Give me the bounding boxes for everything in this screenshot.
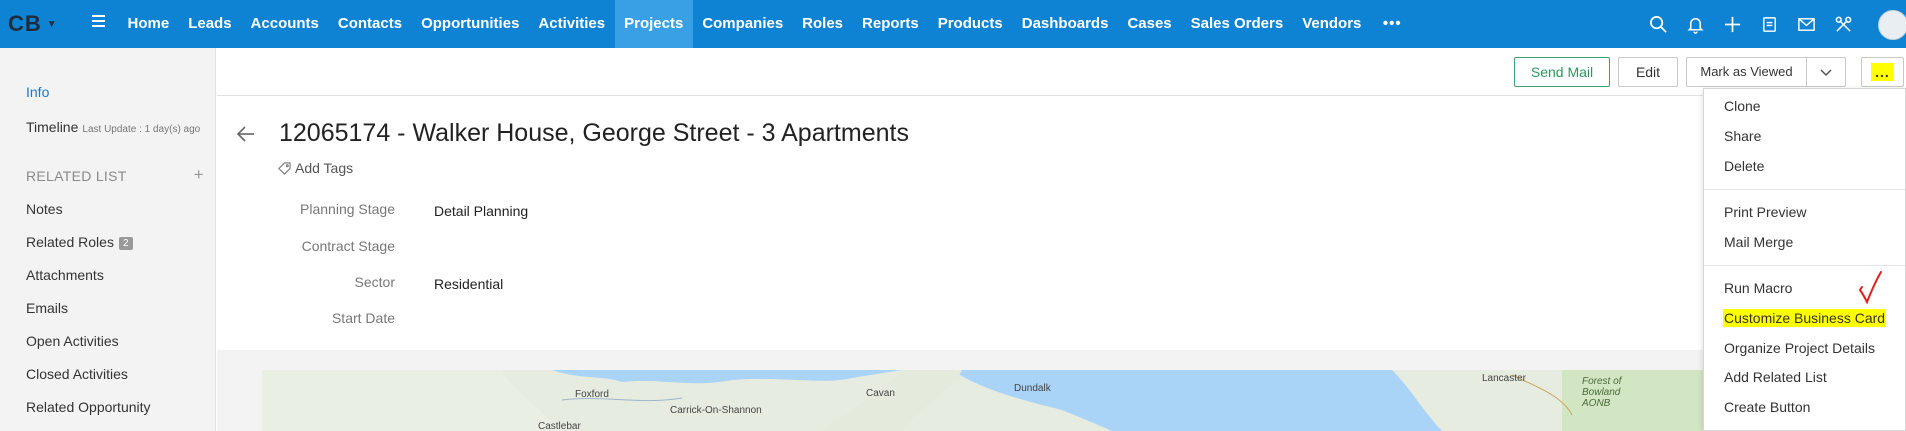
search-icon[interactable] [1640,0,1677,48]
nav-tab-companies[interactable]: Companies [693,0,793,48]
tag-icon [278,161,291,175]
mark-as-viewed-dropdown-button[interactable] [1806,57,1846,87]
sidebar-item-attachments[interactable]: Attachments [26,267,104,283]
send-mail-button[interactable]: Send Mail [1514,57,1610,87]
sidebar-item-closed-activities[interactable]: Closed Activities [26,366,128,382]
field-value-sector[interactable]: Residential [434,276,503,292]
add-related-list-icon[interactable]: + [194,165,204,185]
plus-icon[interactable] [1714,0,1751,48]
nav-tab-sales-orders[interactable]: Sales Orders [1181,0,1293,48]
nav-tab-vendors[interactable]: Vendors [1293,0,1371,48]
sidebar-item-notes[interactable]: Notes [26,201,63,217]
map-label-dundalk: Dundalk [1014,383,1051,394]
nav-tab-accounts[interactable]: Accounts [241,0,328,48]
nav-tab-opportunities[interactable]: Opportunities [412,0,529,48]
nav-tab-dashboards[interactable]: Dashboards [1012,0,1118,48]
nav-tab-home[interactable]: Home [118,0,179,48]
field-label-contract-stage: Contract Stage [301,238,395,254]
record-title: 12065174 - Walker House, George Street -… [279,119,909,147]
nav-tab-products[interactable]: Products [928,0,1012,48]
record-action-bar: Send Mail Edit Mark as Viewed ... [217,48,1906,96]
caret-down-icon: ▼ [46,18,58,30]
related-list-heading-label: RELATED LIST [26,168,127,184]
menu-item-print-preview[interactable]: Print Preview [1724,204,1806,220]
related-list-heading: RELATED LIST + [26,165,204,185]
top-navigation-bar: CB ▼ Home Leads Accounts Contacts Opport… [0,0,1906,48]
chevron-down-icon [1820,69,1832,77]
map-label-castlebar: Castlebar [538,421,581,431]
timeline-last-update: Last Update : 1 day(s) ago [82,124,201,135]
menu-item-customize-business-card[interactable]: Customize Business Card [1723,309,1887,327]
sidebar-item-timeline-label: Timeline [26,119,79,135]
back-arrow-icon[interactable] [236,124,256,144]
menu-item-add-related-list[interactable]: Add Related List [1724,369,1827,385]
menu-item-create-button[interactable]: Create Button [1724,399,1810,415]
brand-logo-text: CB [8,11,42,36]
menu-item-run-macro[interactable]: Run Macro [1724,280,1792,296]
nav-tab-leads[interactable]: Leads [179,0,241,48]
menu-item-clone[interactable]: Clone [1724,98,1761,114]
count-badge: 2 [118,237,133,250]
sidebar-item-info[interactable]: Info [26,84,49,100]
menu-item-mail-merge[interactable]: Mail Merge [1724,234,1793,250]
location-map[interactable]: Foxford Carrick-On-Shannon Cavan Dundalk… [262,370,1718,431]
map-label-foxford: Foxford [575,389,609,400]
top-toolbar-icons [1640,0,1862,48]
mark-as-viewed-button[interactable]: Mark as Viewed [1686,57,1807,87]
map-label-carrick-on-shannon: Carrick-On-Shannon [670,405,762,416]
map-label-cavan: Cavan [866,388,895,399]
menu-divider [1704,265,1905,266]
field-label-planning-stage: Planning Stage [300,201,395,217]
mail-icon[interactable] [1788,0,1825,48]
sidebar-item-related-roles[interactable]: Related Roles 2 [26,234,133,250]
sidebar-item-emails[interactable]: Emails [26,300,68,316]
user-avatar[interactable] [1878,10,1906,40]
sidebar-item-related-opportunity[interactable]: Related Opportunity [26,399,151,415]
add-tags-label: Add Tags [295,160,354,176]
sidebar-item-open-activities[interactable]: Open Activities [26,333,119,349]
menu-item-organize-project-details[interactable]: Organize Project Details [1724,340,1875,356]
field-label-start-date: Start Date [331,310,395,326]
nav-tab-activities[interactable]: Activities [529,0,615,48]
left-sidebar: Info Timeline Last Update : 1 day(s) ago … [0,48,216,431]
menu-item-share[interactable]: Share [1724,128,1761,144]
sidebar-item-related-roles-label: Related Roles [26,234,114,250]
brand-logo[interactable]: CB ▼ [8,0,58,48]
field-label-sector: Sector [354,274,395,290]
add-tags-link[interactable]: Add Tags [278,160,353,176]
map-label-forest-of-bowland: Forest of Bowland AONB [1582,376,1622,409]
calendar-icon[interactable] [1751,0,1788,48]
sidebar-item-timeline[interactable]: Timeline Last Update : 1 day(s) ago [26,119,200,135]
module-tabs: Home Leads Accounts Contacts Opportuniti… [118,0,1414,48]
more-actions-label: ... [1871,63,1894,81]
menu-item-delete[interactable]: Delete [1724,158,1764,174]
hamburger-menu-icon[interactable] [92,15,105,29]
nav-tab-cases[interactable]: Cases [1118,0,1181,48]
menu-divider [1704,189,1905,190]
edit-button[interactable]: Edit [1618,57,1678,87]
settings-tools-icon[interactable] [1825,0,1862,48]
more-actions-button[interactable]: ... [1861,57,1904,87]
map-label-lancaster: Lancaster [1482,373,1526,384]
red-checkmark-annotation [1859,271,1882,305]
field-value-planning-stage[interactable]: Detail Planning [434,203,528,219]
more-actions-menu: Clone Share Delete Print Preview Mail Me… [1703,88,1906,431]
nav-tab-roles[interactable]: Roles [793,0,853,48]
bell-icon[interactable] [1677,0,1714,48]
nav-tab-contacts[interactable]: Contacts [328,0,411,48]
nav-more-button[interactable]: ••• [1371,0,1414,48]
nav-tab-projects[interactable]: Projects [614,0,693,48]
nav-tab-reports[interactable]: Reports [853,0,929,48]
